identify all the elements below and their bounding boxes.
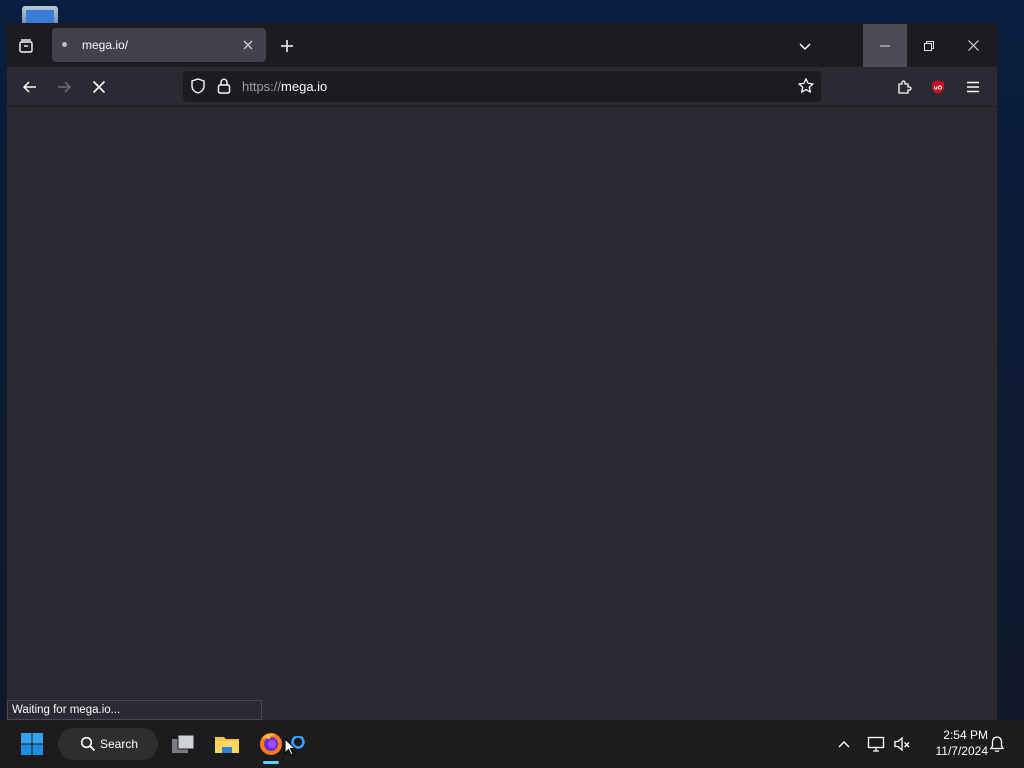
tab-title: mega.io/: [82, 38, 129, 52]
star-icon[interactable]: [797, 77, 815, 95]
clock-time: 2:54 PM: [943, 728, 988, 742]
shield-icon[interactable]: [189, 77, 207, 95]
puzzle-icon[interactable]: [888, 71, 920, 103]
svg-text:uO: uO: [934, 86, 943, 92]
url-bar[interactable]: https://mega.io: [183, 71, 821, 102]
active-app-indicator: [263, 761, 279, 764]
search-label: Search: [100, 737, 139, 751]
close-window-button[interactable]: [951, 24, 995, 67]
tab-bar: mega.io/: [7, 24, 997, 67]
url-text[interactable]: https://mega.io: [242, 79, 327, 94]
hamburger-menu-icon[interactable]: [957, 71, 989, 103]
plus-icon[interactable]: [271, 30, 303, 62]
page-content[interactable]: [7, 107, 997, 720]
restore-button[interactable]: [907, 24, 951, 67]
search-button[interactable]: Search: [58, 728, 158, 760]
desktop-shortcut-icon[interactable]: [22, 6, 58, 26]
task-view-icon[interactable]: [167, 726, 199, 762]
firefox-icon[interactable]: [254, 726, 288, 762]
notification-bell-icon[interactable]: [985, 726, 1009, 762]
system-clock[interactable]: 2:54 PM 11/7/2024: [918, 727, 989, 759]
tab-mega[interactable]: mega.io/: [52, 28, 266, 62]
minimize-button[interactable]: [863, 24, 907, 67]
status-text: Waiting for mega.io...: [7, 700, 262, 720]
ublock-origin-icon[interactable]: uO: [922, 71, 954, 103]
forward-arrow-icon[interactable]: [48, 71, 80, 103]
tab-list-icon[interactable]: [10, 30, 42, 62]
network-icon[interactable]: [864, 726, 888, 762]
chevron-down-icon[interactable]: [789, 30, 821, 62]
mouse-cursor-icon: [284, 738, 296, 756]
navigation-toolbar: https://mega.io uO: [7, 67, 997, 107]
clock-date: 11/7/2024: [935, 744, 989, 758]
url-scheme: https://: [242, 79, 282, 94]
firefox-window: mega.io/ https://mega.io uO Waiting for …: [7, 24, 997, 720]
lock-icon[interactable]: [216, 77, 232, 95]
url-host: mega.io: [281, 79, 328, 94]
windows-start-icon[interactable]: [14, 726, 50, 762]
back-arrow-icon[interactable]: [14, 71, 46, 103]
file-explorer-icon[interactable]: [210, 726, 244, 762]
search-icon: [80, 736, 96, 752]
stop-icon[interactable]: [83, 71, 115, 103]
taskbar: Search 2:54 PM 11/7/2024: [0, 720, 1024, 768]
loading-icon: [62, 42, 67, 47]
volume-muted-icon[interactable]: [890, 726, 914, 762]
chevron-up-icon[interactable]: [834, 726, 854, 762]
close-tab-icon[interactable]: [238, 35, 258, 55]
